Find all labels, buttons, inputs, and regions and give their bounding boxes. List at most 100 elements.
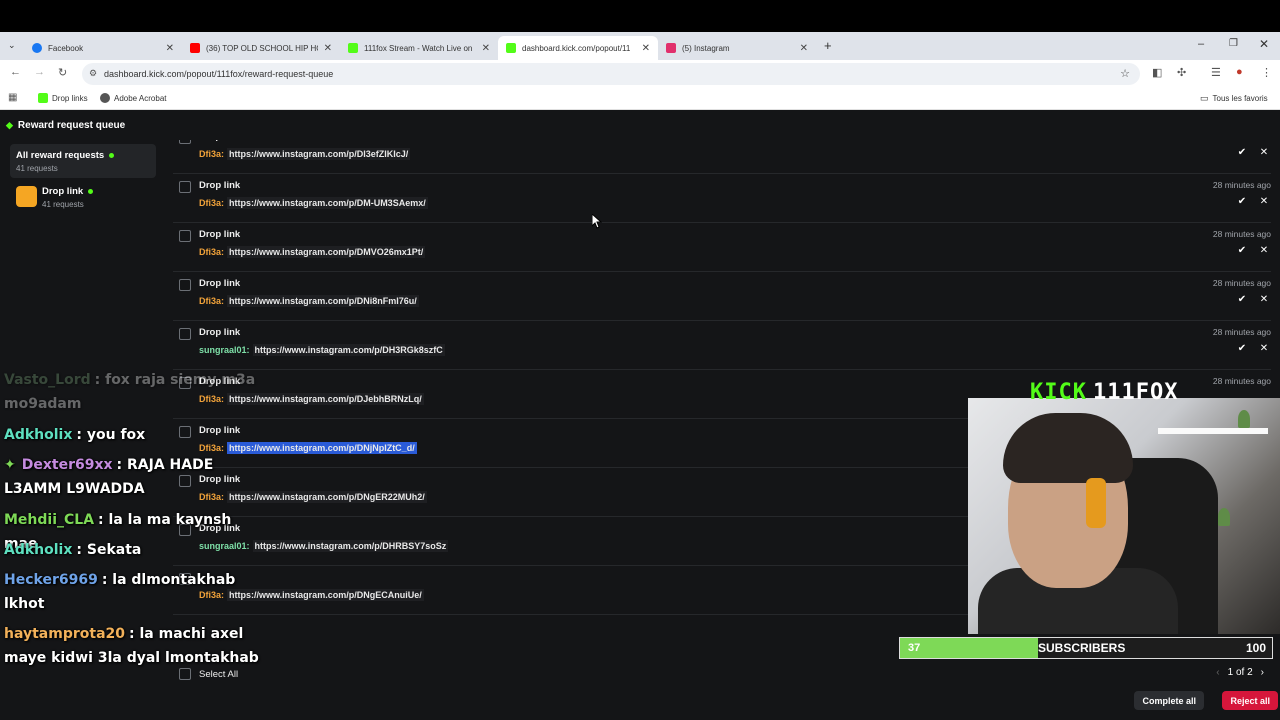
request-time: 28 minutes ago [1212,180,1271,190]
kick-logo-text: KICK [1030,380,1087,405]
streamer-hair [1003,413,1133,483]
close-tab-icon[interactable]: ✕ [482,43,490,54]
bookmark-star-icon[interactable]: ☆ [1120,67,1130,80]
instagram-icon [666,43,676,53]
url-field[interactable]: ⚙ dashboard.kick.com/popout/111fox/rewar… [82,63,1140,85]
sidebar-item-label: Drop link [42,186,94,197]
chat-message: Adkholix: you fox [4,423,266,447]
request-user-line: Dfi3a: https://www.instagram.com/p/DNi8nF… [199,295,419,307]
reject-x-icon[interactable]: ✕ [1257,145,1271,159]
chat-message: Vasto_Lord: fox raja siemy m3a mo9adam [4,368,266,416]
tab-kick-dashboard[interactable]: dashboard.kick.com/popout/11 ✕ [498,36,658,60]
live-dot-icon [109,152,115,158]
request-user-line: Dfi3a: https://www.instagram.com/p/DI3efZ… [199,148,411,160]
live-dot-icon [88,188,94,194]
forward-icon[interactable]: → [34,66,45,78]
site-info-icon[interactable]: ⚙ [89,68,97,79]
kick-icon [38,93,48,103]
request-checkbox[interactable] [179,279,191,291]
request-checkbox[interactable] [179,181,191,193]
request-time: 28 minutes ago [1212,278,1271,288]
channel-name-text: 111FOX [1092,380,1179,405]
request-checkbox[interactable] [179,140,191,144]
request-time: 28 minutes ago [1212,327,1271,337]
reload-icon[interactable]: ↻ [58,66,67,79]
restore-icon[interactable]: ❐ [1229,38,1238,49]
approve-check-icon[interactable]: ✔ [1235,243,1249,257]
extension-icon[interactable]: ◧ [1152,66,1162,79]
approve-check-icon[interactable]: ✔ [1235,145,1249,159]
complete-all-button[interactable]: Complete all [1134,691,1204,710]
chat-username: Hecker6969 [4,572,98,588]
bookmarks-bar: ▦ Drop links Adobe Acrobat ▭ Tous les fa… [0,88,1280,110]
reject-x-icon[interactable]: ✕ [1257,341,1271,355]
chat-message: Adkholix: Sekata [4,538,266,562]
tab-youtube[interactable]: (36) TOP OLD SCHOOL HIP HOP ✕ [182,36,340,60]
page-title: Reward request queue [17,119,126,131]
request-reward-title: Drop link [199,229,241,240]
request-checkbox[interactable] [179,328,191,340]
acrobat-icon [100,93,110,103]
all-bookmarks-folder[interactable]: ▭ Tous les favoris [1200,93,1268,104]
bookmark-drop-links[interactable]: Drop links [38,93,88,103]
approve-check-icon[interactable]: ✔ [1235,194,1249,208]
approve-check-icon[interactable]: ✔ [1235,292,1249,306]
page-indicator: 1 of 2 [1227,667,1253,678]
close-tab-icon[interactable]: ✕ [642,43,650,54]
request-link[interactable]: https://www.instagram.com/p/DNi8nFmI76u/ [227,295,419,307]
reject-all-button[interactable]: Reject all [1222,691,1278,710]
request-checkbox[interactable] [179,230,191,242]
new-tab-icon[interactable]: + [824,38,832,53]
queue-footer: Select All ‹ 1 of 2 › Complete all Rejec… [165,660,1280,720]
reject-x-icon[interactable]: ✕ [1257,292,1271,306]
reject-x-icon[interactable]: ✕ [1257,194,1271,208]
subscriber-count: 37 [908,642,921,654]
close-window-icon[interactable]: ✕ [1259,37,1269,51]
tab-instagram[interactable]: (5) Instagram ✕ [658,36,816,60]
close-tab-icon[interactable]: ✕ [324,43,332,54]
chat-username: Dexter69xx [21,457,113,473]
chat-username: haytamprota20 [4,626,126,642]
profile-avatar-icon[interactable]: ● [1236,66,1243,78]
prev-page-icon[interactable]: ‹ [1216,667,1219,678]
close-tab-icon[interactable]: ✕ [166,43,174,54]
chat-badge-icon: ✦ [4,457,16,473]
request-link[interactable]: https://www.instagram.com/p/DH3RGk8szfC [252,344,445,356]
kick-icon [506,43,516,53]
request-row: Drop link 28 minutes ago Dfi3a: https://www… [173,223,1271,272]
tab-search-icon[interactable]: ⌄ [8,40,16,51]
close-tab-icon[interactable]: ✕ [800,43,808,54]
chat-text: : Sekata [76,542,142,558]
facebook-icon [32,43,42,53]
request-user-line: Dfi3a: https://www.instagram.com/p/DM-UM3… [199,197,428,209]
menu-kebab-icon[interactable]: ⋮ [1261,66,1272,79]
minimize-icon[interactable]: – [1198,38,1204,50]
bookmark-label: Drop links [52,93,88,103]
next-page-icon[interactable]: › [1261,667,1264,678]
webcam-feed [968,398,1280,634]
back-icon[interactable]: ← [10,66,21,78]
request-link[interactable]: https://www.instagram.com/p/DMVO26mx1Pt/ [227,246,426,258]
chat-username: Vasto_Lord [4,372,91,388]
media-control-icon[interactable]: ☰ [1211,66,1221,79]
extensions-puzzle-icon[interactable]: ✣ [1177,66,1186,79]
request-row: Drop link 28 minutes ago Dfi3a: https://www… [173,272,1271,321]
sidebar-item-all-requests[interactable]: All reward requests 41 requests [10,144,156,178]
reward-queue-icon: ◆ [6,119,13,130]
request-link[interactable]: https://www.instagram.com/p/DM-UM3SAemx/ [227,197,428,209]
request-link[interactable]: https://www.instagram.com/p/DHRBSY7soSz [252,540,449,552]
approve-check-icon[interactable]: ✔ [1235,341,1249,355]
tab-kick-stream[interactable]: 111fox Stream - Watch Live on ✕ [340,36,498,60]
reject-x-icon[interactable]: ✕ [1257,243,1271,257]
tab-title: (5) Instagram [682,43,730,53]
shelf [1158,428,1268,434]
plant [1238,410,1250,428]
tab-facebook[interactable]: Facebook ✕ [24,36,182,60]
sidebar-item-drop-link[interactable]: Drop link 41 requests [10,180,156,214]
request-username: Dfi3a: [199,247,225,257]
request-link[interactable]: https://www.instagram.com/p/DI3efZIKIcJ/ [227,148,411,160]
url-text: dashboard.kick.com/popout/111fox/reward-… [104,69,334,79]
headset [1086,478,1106,528]
bookmark-adobe-acrobat[interactable]: Adobe Acrobat [100,93,166,103]
apps-grid-icon[interactable]: ▦ [8,92,17,103]
